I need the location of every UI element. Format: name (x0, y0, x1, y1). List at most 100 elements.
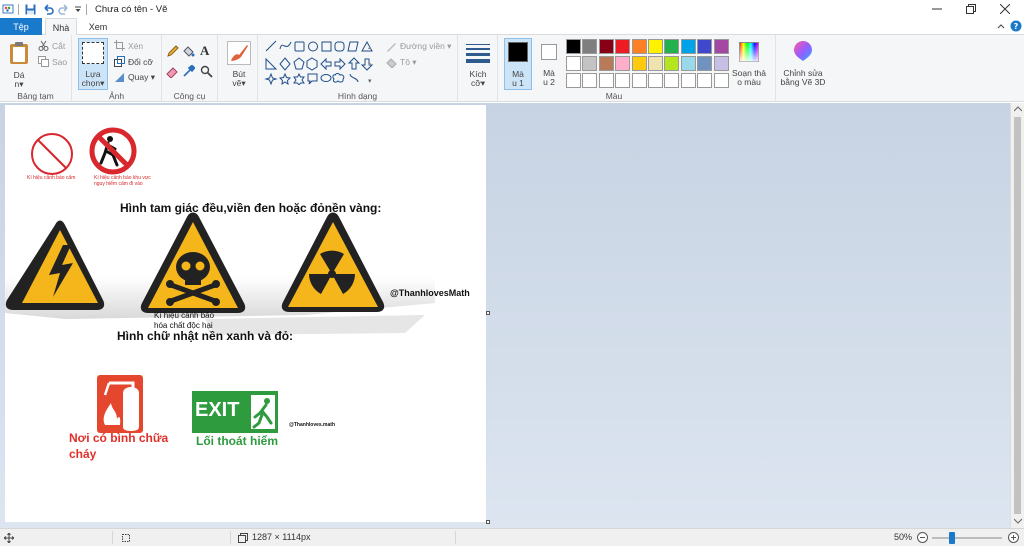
palette-swatch[interactable] (680, 56, 696, 71)
tab-home[interactable]: Nhà (45, 18, 77, 36)
palette-swatch[interactable] (582, 56, 598, 71)
outline-button[interactable]: Đường viền ▾ (386, 41, 451, 52)
edit-colors-button[interactable]: Soạn thả o màu (730, 38, 768, 90)
fill-bucket-icon[interactable] (182, 45, 195, 60)
drawing-canvas[interactable]: Kí hiệu cảnh báo cấm Kí hiệu cảnh báo kh… (5, 105, 486, 522)
shapes-gallery[interactable]: ▴ ▾ ▾ (264, 39, 376, 85)
outline-label: Đường viền (400, 41, 445, 51)
palette-swatch[interactable] (680, 73, 696, 88)
pencil-icon[interactable] (166, 45, 179, 60)
tab-file[interactable]: Tệp (0, 18, 42, 35)
image-dimensions: 1287 × 1114px (252, 532, 311, 542)
crop-icon (114, 40, 125, 51)
svg-text:?: ? (1014, 22, 1019, 31)
high-voltage-warning-icon (5, 220, 105, 310)
palette-swatch[interactable] (631, 73, 647, 88)
palette-swatch[interactable] (697, 73, 713, 88)
palette-swatch[interactable] (566, 73, 581, 88)
color2-button[interactable]: Mà u 2 (536, 38, 562, 90)
caption-prohibit: Kí hiệu cảnh báo cấm (27, 175, 76, 181)
palette-swatch[interactable] (615, 39, 631, 54)
paste-button[interactable]: Dá n▾ (6, 39, 32, 89)
cursor-position-icon (4, 533, 14, 543)
crop-button[interactable]: Xén (114, 40, 143, 51)
palette-swatch[interactable] (680, 39, 696, 54)
scroll-down-icon[interactable] (1014, 518, 1022, 524)
rotate-button[interactable]: Quay ▾ (114, 72, 155, 83)
palette-swatch[interactable] (697, 39, 713, 54)
edit-with-paint3d-button[interactable]: Chỉnh sửa bằng Vẽ 3D (776, 38, 830, 90)
title-separator-2 (86, 3, 87, 15)
palette-swatch[interactable] (664, 73, 680, 88)
close-button[interactable] (988, 0, 1022, 18)
customize-toolbar-icon[interactable] (74, 0, 82, 18)
palette-swatch[interactable] (664, 39, 680, 54)
palette-swatch[interactable] (648, 56, 663, 71)
palette-swatch[interactable] (631, 39, 647, 54)
zoom-out-icon[interactable] (917, 532, 928, 543)
palette-swatch[interactable] (582, 39, 598, 54)
restore-button[interactable] (954, 0, 988, 18)
svg-text:▾: ▾ (368, 61, 371, 68)
text-tool-icon[interactable]: A (200, 43, 209, 59)
save-icon[interactable] (25, 0, 36, 18)
resize-button[interactable]: Đổi cỡ (114, 56, 153, 67)
palette-swatch[interactable] (566, 56, 581, 71)
palette-swatch[interactable] (582, 73, 598, 88)
palette-swatch[interactable] (615, 73, 631, 88)
resize-handle-corner[interactable] (486, 520, 490, 524)
palette-swatch[interactable] (697, 56, 713, 71)
palette-swatch[interactable] (566, 39, 581, 54)
color-picker-icon[interactable] (182, 64, 196, 80)
copy-icon (38, 56, 49, 67)
color2-swatch (541, 44, 557, 60)
zoom-slider-track[interactable] (932, 537, 1002, 539)
palette-swatch[interactable] (713, 39, 729, 54)
minimize-button[interactable] (920, 0, 954, 18)
caption-extinguisher-1: Nơi có bình chữa (69, 431, 169, 445)
group-image: Lựa chọn▾ Xén Đổi cỡ Quay ▾ Ảnh (72, 35, 162, 102)
fire-extinguisher-sign-icon (97, 375, 143, 433)
help-icon[interactable]: ? (1010, 20, 1022, 34)
paint-app-icon[interactable] (2, 0, 14, 18)
vertical-scrollbar[interactable] (1010, 103, 1024, 528)
collapse-ribbon-icon[interactable] (996, 21, 1006, 33)
palette-swatch[interactable] (631, 56, 647, 71)
scroll-thumb[interactable] (1014, 117, 1021, 514)
cut-button[interactable]: Cắt (38, 40, 65, 51)
palette-swatch[interactable] (713, 73, 729, 88)
palette-swatch[interactable] (664, 56, 680, 71)
palette-swatch[interactable] (598, 56, 614, 71)
zoom-slider-thumb[interactable] (949, 532, 955, 544)
copy-button[interactable]: Sao (38, 56, 67, 67)
tab-view[interactable]: Xem (82, 18, 114, 35)
resize-handle-right[interactable] (486, 311, 490, 315)
palette-swatch[interactable] (713, 56, 729, 71)
palette-swatch[interactable] (648, 73, 663, 88)
paste-label-2: n (14, 79, 20, 89)
group-colors: Mà u 1 Mà u 2 Soạn thả o màu Màu (498, 35, 776, 102)
palette-swatch[interactable] (598, 73, 614, 88)
select-button[interactable]: Lựa chọn▾ (78, 38, 108, 90)
brushes-button[interactable]: Bút vẽ▾ (224, 39, 254, 89)
fill-button[interactable]: Tô ▾ (386, 57, 417, 68)
color1-label-2: u 1 (512, 78, 524, 88)
paint3d-label-2: bằng Vẽ 3D (780, 77, 826, 87)
size-button[interactable]: Kích cỡ▾ (463, 39, 493, 89)
color1-button[interactable]: Mà u 1 (504, 38, 532, 90)
palette-swatch[interactable] (648, 39, 663, 54)
image-size-icon (238, 533, 248, 543)
eraser-icon[interactable] (166, 65, 179, 80)
scroll-up-icon[interactable] (1014, 106, 1022, 112)
radiation-warning-icon (281, 212, 385, 312)
palette-swatch[interactable] (615, 56, 631, 71)
zoom-level: 50% (894, 532, 913, 542)
brush-icon (227, 41, 251, 65)
group-size: Kích cỡ▾ (458, 35, 498, 102)
zoom-in-icon[interactable] (1008, 532, 1019, 543)
palette-swatch[interactable] (598, 39, 614, 54)
copy-label: Sao (52, 56, 68, 67)
magnifier-icon[interactable] (200, 65, 213, 80)
undo-icon[interactable] (42, 0, 54, 18)
redo-icon[interactable] (58, 0, 70, 18)
